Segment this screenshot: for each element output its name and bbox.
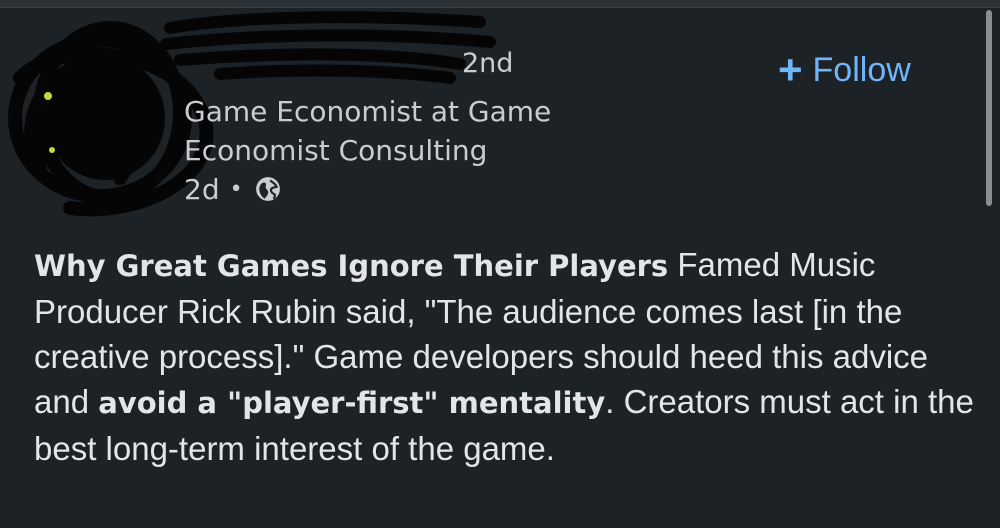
meta-separator: • [229,176,243,202]
post-bold-phrase: avoid a "player-first" mentality [98,386,606,420]
plus-icon: + [778,46,803,93]
follow-button[interactable]: + Follow [778,48,911,92]
connection-degree: 2nd [462,48,514,79]
author-headline: Game Economist at Game Economist Consult… [184,95,552,167]
post-body: Why Great Games Ignore Their Players Fam… [34,242,974,471]
post-time: 2d [184,172,220,206]
globe-icon [255,177,280,201]
follow-label: Follow [812,50,911,89]
post-title: Why Great Games Ignore Their Players [34,249,669,283]
scrollbar[interactable] [986,10,992,206]
redacted-name-scribble [160,11,496,84]
top-divider [0,0,1000,8]
post-meta: 2d • [184,170,281,208]
